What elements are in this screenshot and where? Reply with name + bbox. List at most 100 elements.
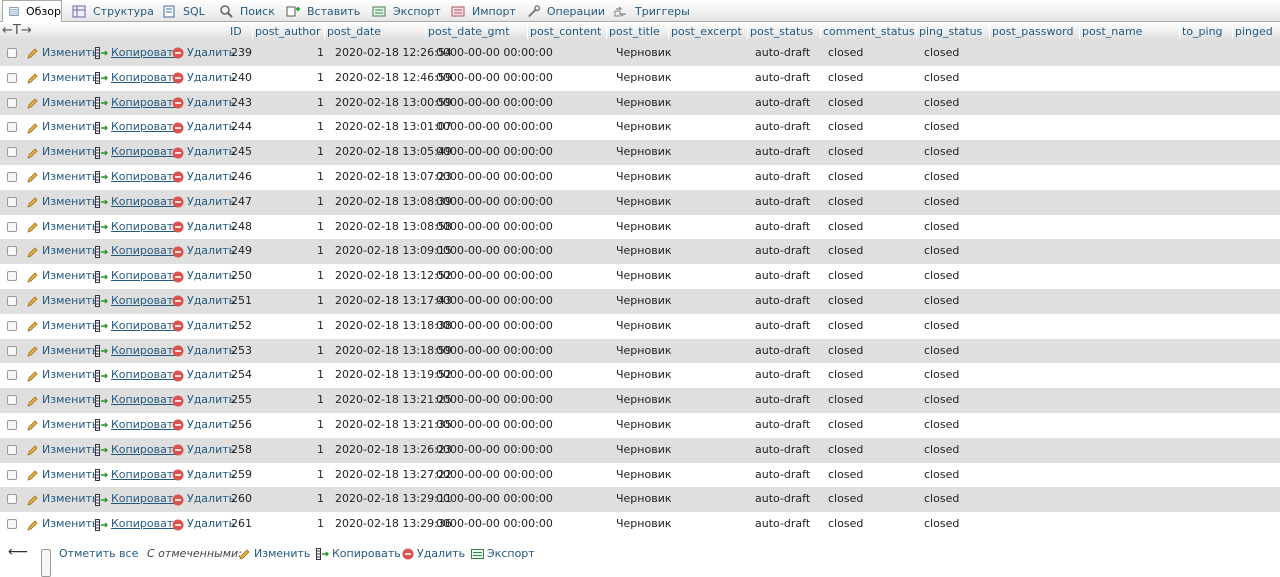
edit-row-button[interactable]: Изменить [27,413,98,438]
edit-row-button[interactable]: Изменить [27,190,98,215]
edit-row-button[interactable]: Изменить [27,463,98,488]
edit-row-button[interactable]: Изменить [27,388,98,413]
row-checkbox[interactable] [7,72,17,83]
delete-row-button[interactable]: Удалить [172,363,235,388]
edit-row-button[interactable]: Изменить [27,41,98,66]
tab-structure[interactable]: Структура [66,0,154,22]
table-row[interactable]: Изменить Копировать Удалить 239 1 2020-02-18 … [0,41,1280,66]
copy-row-button[interactable]: Копировать [95,264,180,289]
table-row[interactable]: Изменить Копировать Удалить 248 1 2020-02-18 … [0,214,1280,240]
tab-triggers[interactable]: Триггеры [608,0,690,22]
copy-row-button[interactable]: Копировать [95,91,180,116]
col-header-post-password[interactable]: post_password [992,22,1073,41]
row-checkbox[interactable] [7,221,17,232]
edit-row-button[interactable]: Изменить [27,487,98,512]
tab-search[interactable]: Поиск [213,0,275,22]
table-row[interactable]: Изменить Копировать Удалить 245 1 2020-02-18 … [0,140,1280,165]
tab-export[interactable]: Экспорт [366,0,441,22]
table-row[interactable]: Изменить Копировать Удалить 246 1 2020-02-18 … [0,165,1280,190]
delete-row-button[interactable]: Удалить [172,339,235,364]
col-header-post-date-gmt[interactable]: post_date_gmt [428,22,510,41]
col-header-post-date[interactable]: post_date [327,22,381,41]
copy-row-button[interactable]: Копировать [95,115,180,140]
edit-row-button[interactable]: Изменить [27,339,98,364]
delete-row-button[interactable]: Удалить [172,190,235,215]
row-checkbox[interactable] [7,420,17,430]
edit-row-button[interactable]: Изменить [27,314,98,339]
delete-row-button[interactable]: Удалить [172,239,235,264]
row-checkbox[interactable] [7,469,17,480]
edit-row-button[interactable]: Изменить [27,165,98,190]
row-checkbox[interactable] [7,122,17,133]
copy-row-button[interactable]: Копировать [95,239,180,264]
row-checkbox[interactable] [7,296,17,306]
row-checkbox[interactable] [7,147,17,158]
edit-row-button[interactable]: Изменить [27,264,98,289]
edit-row-button[interactable]: Изменить [27,363,98,388]
delete-row-button[interactable]: Удалить [172,264,235,289]
table-row[interactable]: Изменить Копировать Удалить 249 1 2020-02-18 … [0,239,1280,265]
delete-row-button[interactable]: Удалить [172,289,235,314]
row-checkbox[interactable] [7,395,17,406]
tab-operations[interactable]: Операции [521,0,605,22]
copy-row-button[interactable]: Копировать [95,190,180,215]
edit-row-button[interactable]: Изменить [27,66,98,91]
table-row[interactable]: Изменить Копировать Удалить 260 1 2020-02-18 … [0,487,1280,513]
copy-row-button[interactable]: Копировать [95,463,180,488]
delete-row-button[interactable]: Удалить [172,413,235,438]
table-row[interactable]: Изменить Копировать Удалить 254 1 2020-02-18 … [0,363,1280,389]
table-row[interactable]: Изменить Копировать Удалить 256 1 2020-02-18 … [0,413,1280,438]
table-row[interactable]: Изменить Копировать Удалить 240 1 2020-02-18 … [0,65,1280,91]
copy-row-button[interactable]: Копировать [95,41,180,66]
copy-row-button[interactable]: Копировать [95,289,180,314]
copy-row-button[interactable]: Копировать [95,140,180,165]
col-header-post-name[interactable]: post_name [1082,22,1142,41]
edit-row-button[interactable]: Изменить [27,438,98,463]
bulk-copy-button[interactable]: Копировать [316,540,401,568]
copy-row-button[interactable]: Копировать [95,215,180,240]
table-row[interactable]: Изменить Копировать Удалить 252 1 2020-02-18 … [0,313,1280,339]
tab-insert[interactable]: Вставить [280,0,363,22]
column-arrows[interactable]: ←T→ [2,23,32,38]
bulk-edit-button[interactable]: Изменить [239,540,310,568]
col-header-post-status[interactable]: post_status [750,22,813,41]
delete-row-button[interactable]: Удалить [172,91,235,116]
col-header-post-content[interactable]: post_content [530,22,601,41]
table-row[interactable]: Изменить Копировать Удалить 255 1 2020-02-18 … [0,388,1280,413]
col-header-ping-status[interactable]: ping_status [919,22,982,41]
copy-row-button[interactable]: Копировать [95,438,180,463]
row-checkbox[interactable] [7,48,17,58]
delete-row-button[interactable]: Удалить [172,314,235,339]
edit-row-button[interactable]: Изменить [27,140,98,165]
row-checkbox[interactable] [7,196,17,207]
delete-row-button[interactable]: Удалить [172,438,235,463]
delete-row-button[interactable]: Удалить [172,487,235,512]
row-checkbox[interactable] [7,97,17,108]
delete-row-button[interactable]: Удалить [172,512,235,537]
delete-row-button[interactable]: Удалить [172,463,235,488]
table-row[interactable]: Изменить Копировать Удалить 251 1 2020-02-18 … [0,289,1280,314]
row-checkbox[interactable] [7,172,17,182]
table-row[interactable]: Изменить Копировать Удалить 243 1 2020-02-18 … [0,90,1280,116]
col-header-post-title[interactable]: post_title [609,22,660,41]
check-all-checkbox[interactable] [41,549,51,577]
table-row[interactable]: Изменить Копировать Удалить 244 1 2020-02-18 … [0,115,1280,141]
copy-row-button[interactable]: Копировать [95,314,180,339]
table-row[interactable]: Изменить Копировать Удалить 250 1 2020-02-18 … [0,264,1280,289]
col-header-post-author[interactable]: post_author [255,22,321,41]
delete-row-button[interactable]: Удалить [172,388,235,413]
copy-row-button[interactable]: Копировать [95,363,180,388]
col-header-comment-status[interactable]: comment_status [823,22,915,41]
edit-row-button[interactable]: Изменить [27,239,98,264]
delete-row-button[interactable]: Удалить [172,140,235,165]
copy-row-button[interactable]: Копировать [95,165,180,190]
table-row[interactable]: Изменить Копировать Удалить 258 1 2020-02-18 … [0,437,1280,463]
copy-row-button[interactable]: Копировать [95,487,180,512]
check-all-link[interactable]: Отметить все [59,540,138,568]
edit-row-button[interactable]: Изменить [27,289,98,314]
col-header-to-ping[interactable]: to_ping [1182,22,1223,41]
row-checkbox[interactable] [7,519,17,530]
copy-row-button[interactable]: Копировать [95,66,180,91]
row-checkbox[interactable] [7,246,17,257]
delete-row-button[interactable]: Удалить [172,165,235,190]
